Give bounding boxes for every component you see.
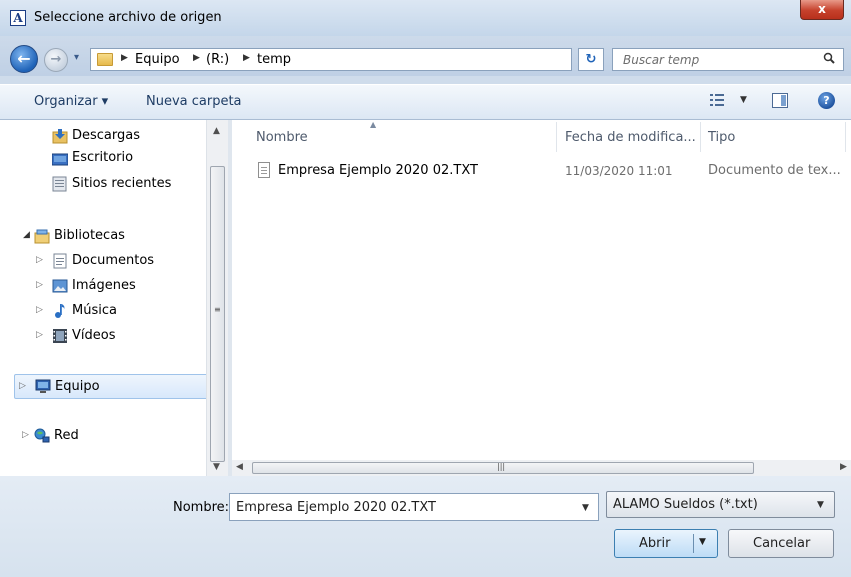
breadcrumb-separator-icon[interactable]: ▶ <box>121 53 128 63</box>
open-options-dropdown-icon[interactable]: ▼ <box>699 537 706 547</box>
file-name-value: Empresa Ejemplo 2020 02.TXT <box>236 500 436 515</box>
forward-button[interactable]: → <box>44 48 68 72</box>
folder-icon <box>97 53 113 66</box>
column-separator[interactable] <box>845 122 846 152</box>
sidebar-item-musica[interactable]: ▷ Música <box>0 300 206 322</box>
close-button[interactable]: x <box>800 0 844 20</box>
computer-icon <box>35 379 51 393</box>
sidebar-item-label: Bibliotecas <box>54 228 125 243</box>
expand-arrow-icon[interactable]: ▷ <box>36 280 43 290</box>
libraries-icon <box>34 229 50 244</box>
file-open-dialog: A Seleccione archivo de origen x ← → ▾ ▶… <box>0 0 851 577</box>
search-icon[interactable] <box>823 52 835 64</box>
open-button[interactable]: Abrir ▼ <box>614 529 718 558</box>
view-dropdown-icon[interactable]: ▼ <box>740 95 747 105</box>
scroll-up-icon[interactable]: ▲ <box>213 126 220 136</box>
sidebar-item-escritorio[interactable]: Escritorio <box>0 149 206 171</box>
sidebar-item-documentos[interactable]: ▷ Documentos <box>0 250 206 272</box>
breadcrumb-temp[interactable]: temp <box>257 52 291 67</box>
sidebar-item-label: Música <box>72 303 117 318</box>
chevron-down-icon[interactable]: ▼ <box>817 500 824 510</box>
preview-pane-button[interactable] <box>772 93 788 108</box>
sidebar-item-label: Red <box>54 428 79 443</box>
file-name-label: Nombre: <box>173 500 230 515</box>
sidebar-item-label: Sitios recientes <box>72 176 172 191</box>
column-header-name[interactable]: Nombre <box>256 130 308 145</box>
text-file-icon <box>258 162 270 178</box>
expand-arrow-icon[interactable]: ▷ <box>36 255 43 265</box>
column-header-type[interactable]: Tipo <box>708 130 735 145</box>
recent-locations-dropdown[interactable]: ▾ <box>74 52 79 63</box>
new-folder-button[interactable]: Nueva carpeta <box>146 94 242 109</box>
videos-icon <box>53 329 67 343</box>
file-type: Documento de tex... <box>708 163 841 178</box>
file-date: 11/03/2020 11:01 <box>565 164 673 178</box>
file-list-horizontal-scrollbar[interactable]: ◀ ||| ▶ <box>232 460 851 476</box>
file-type-value: ALAMO Sueldos (*.txt) <box>613 497 758 512</box>
sidebar-item-equipo[interactable]: ▷ Equipo <box>14 374 208 399</box>
recent-places-icon <box>52 176 67 192</box>
sidebar-item-imagenes[interactable]: ▷ Imágenes <box>0 275 206 297</box>
file-name: Empresa Ejemplo 2020 02.TXT <box>278 163 478 178</box>
column-separator[interactable] <box>700 122 701 152</box>
downloads-icon <box>52 129 68 144</box>
sidebar-item-label: Imágenes <box>72 278 136 293</box>
collapse-arrow-icon[interactable]: ◢ <box>23 230 30 240</box>
split-divider <box>693 534 694 553</box>
sidebar-item-label: Vídeos <box>72 328 116 343</box>
column-header-date[interactable]: Fecha de modifica... <box>565 130 696 145</box>
help-button[interactable]: ? <box>818 92 835 109</box>
view-options-icon[interactable] <box>710 93 724 107</box>
breadcrumb-equipo[interactable]: Equipo <box>135 52 180 67</box>
sidebar-item-label: Escritorio <box>72 150 134 165</box>
file-type-select[interactable]: ALAMO Sueldos (*.txt) ▼ <box>606 491 835 518</box>
sidebar-item-label: Equipo <box>55 379 100 394</box>
organize-menu[interactable]: Organizar ▾ <box>34 94 108 109</box>
expand-arrow-icon[interactable]: ▷ <box>19 381 26 391</box>
breadcrumb-drive[interactable]: (R:) <box>206 52 229 67</box>
cancel-button[interactable]: Cancelar <box>728 529 834 558</box>
back-button[interactable]: ← <box>10 45 38 73</box>
sidebar-item-sitios-recientes[interactable]: Sitios recientes <box>0 173 206 195</box>
refresh-button[interactable]: ↻ <box>578 48 604 71</box>
column-separator[interactable] <box>556 122 557 152</box>
search-placeholder: Buscar temp <box>623 53 700 67</box>
documents-icon <box>53 253 67 269</box>
grip-icon: ≡ <box>214 305 221 314</box>
sidebar-item-bibliotecas[interactable]: ◢ Bibliotecas <box>0 225 206 247</box>
file-name-dropdown-icon[interactable]: ▼ <box>582 503 589 513</box>
sidebar-item-videos[interactable]: ▷ Vídeos <box>0 325 206 347</box>
breadcrumb-separator-icon[interactable]: ▶ <box>243 53 250 63</box>
desktop-icon <box>52 153 68 166</box>
file-name-input[interactable]: Empresa Ejemplo 2020 02.TXT ▼ <box>229 493 599 521</box>
sidebar-item-label: Descargas <box>72 128 141 143</box>
sort-ascending-icon: ▲ <box>370 120 377 129</box>
pictures-icon <box>52 279 68 293</box>
scroll-left-icon[interactable]: ◀ <box>236 462 243 472</box>
address-bar[interactable]: ▶ Equipo ▶ (R:) ▶ temp ▼ <box>90 48 656 71</box>
sidebar-scroll-thumb[interactable]: ≡ <box>210 166 225 462</box>
sidebar-scrollbar[interactable]: ▲ ≡ ▼ <box>206 120 228 476</box>
sidebar-item-descargas[interactable]: Descargas <box>0 125 206 147</box>
navigation-pane: Descargas Escritorio Sitios recientes ◢ … <box>0 120 228 476</box>
expand-arrow-icon[interactable]: ▷ <box>36 330 43 340</box>
expand-arrow-icon[interactable]: ▷ <box>22 430 29 440</box>
grip-icon: ||| <box>497 462 506 471</box>
network-icon <box>34 428 50 443</box>
horizontal-scroll-thumb[interactable]: ||| <box>252 462 754 474</box>
music-icon <box>55 304 65 318</box>
sidebar-item-label: Documentos <box>72 253 155 268</box>
sidebar-item-red[interactable]: ▷ Red <box>0 425 206 447</box>
window-title: Seleccione archivo de origen <box>34 10 222 25</box>
expand-arrow-icon[interactable]: ▷ <box>36 305 43 315</box>
open-button-label: Abrir <box>639 536 671 551</box>
cancel-button-label: Cancelar <box>753 536 811 551</box>
search-input[interactable]: Buscar temp <box>612 48 844 71</box>
scroll-right-icon[interactable]: ▶ <box>840 462 847 472</box>
breadcrumb-separator-icon[interactable]: ▶ <box>193 53 200 63</box>
scroll-down-icon[interactable]: ▼ <box>213 462 220 472</box>
app-icon: A <box>10 10 26 26</box>
